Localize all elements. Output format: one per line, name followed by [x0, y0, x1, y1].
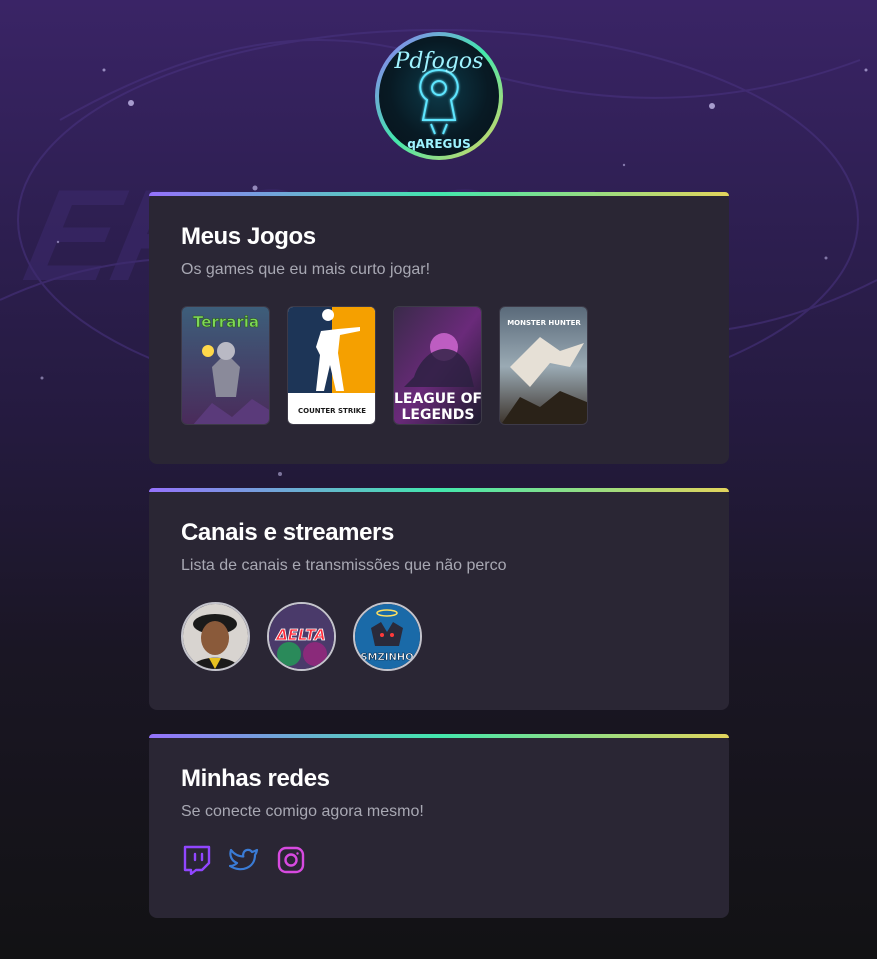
game-counter-strike[interactable]: COUNTER STRIKE: [287, 306, 376, 425]
games-subtitle: Os games que eu mais curto jogar!: [181, 261, 431, 278]
profile-avatar: Pdfogos qAREGUS: [375, 32, 503, 160]
streamers-subtitle: Lista de canais e transmissões que não p…: [181, 557, 507, 574]
socials-card: Minhas redes Se conecte comigo agora mes…: [149, 734, 729, 918]
cs-logo-text: COUNTER STRIKE: [298, 407, 366, 415]
streamer-avatar[interactable]: [181, 602, 250, 671]
mh-logo-text: MONSTER HUNTER: [507, 319, 581, 327]
streamers-card: Canais e streamers Lista de canais e tra…: [149, 488, 729, 710]
avatar-logo: Pdfogos qAREGUS: [394, 49, 484, 151]
terraria-logo-text: Terraria: [193, 313, 259, 331]
streamers-list: ΔELTA SMZINHO: [181, 602, 697, 671]
socials-title: Minhas redes: [181, 765, 330, 792]
streamer-delta-avatar[interactable]: ΔELTA: [267, 602, 336, 671]
instagram-icon[interactable]: [275, 844, 306, 875]
game-league-of-legends[interactable]: LEAGUE OF LEGENDS: [393, 306, 482, 425]
lol-logo-text-2: LEGENDS: [402, 407, 475, 423]
games-list: Terraria COUNTER STRIKE LEAGUE OF LEGEND…: [181, 306, 697, 425]
smzinho-logo-text: SMZINHO: [360, 652, 413, 663]
twitch-icon[interactable]: [181, 844, 212, 875]
games-title: Meus Jogos: [181, 223, 316, 250]
lol-logo-text-1: LEAGUE OF: [394, 391, 482, 407]
streamers-title: Canais e streamers: [181, 519, 394, 546]
game-monster-hunter[interactable]: MONSTER HUNTER: [499, 306, 588, 425]
games-card: Meus Jogos Os games que eu mais curto jo…: [149, 192, 729, 464]
twitter-icon[interactable]: [228, 844, 259, 875]
socials-subtitle: Se conecte comigo agora mesmo!: [181, 803, 424, 820]
socials-list: [181, 844, 697, 875]
game-terraria[interactable]: Terraria: [181, 306, 270, 425]
avatar-logo-text-bottom: qAREGUS: [407, 137, 471, 151]
streamer-smzinho-avatar[interactable]: SMZINHO: [353, 602, 422, 671]
avatar-logo-text-top: Pdfogos: [394, 49, 484, 74]
delta-logo-text: ΔELTA: [275, 626, 326, 644]
